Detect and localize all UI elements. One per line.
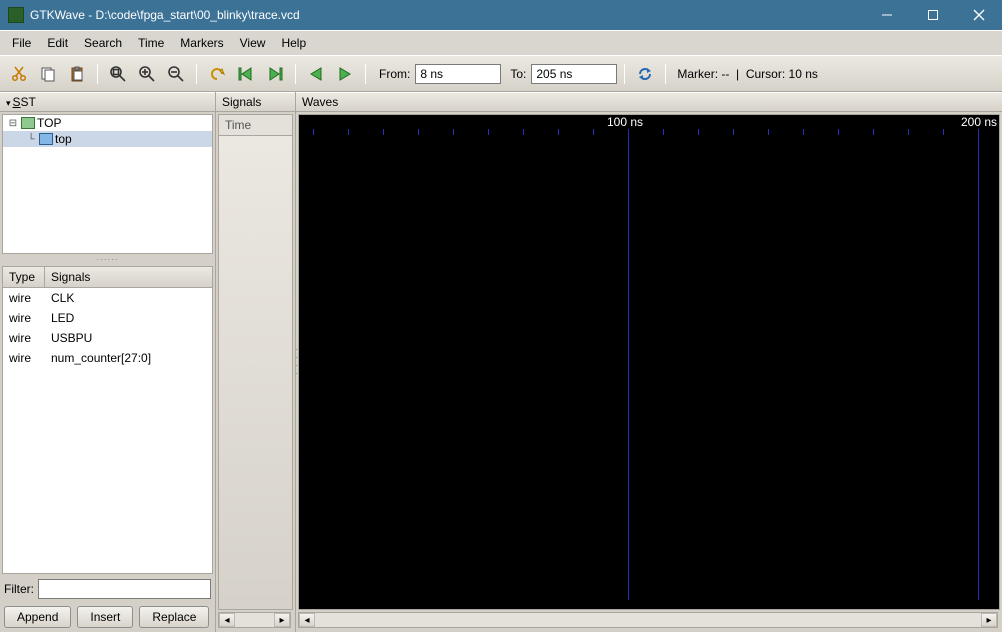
module-icon: [21, 117, 35, 129]
paste-button[interactable]: [64, 61, 90, 87]
minimize-button[interactable]: [864, 0, 910, 30]
menu-markers[interactable]: Markers: [172, 33, 231, 53]
signal-row[interactable]: wire CLK: [3, 288, 212, 308]
col-type[interactable]: Type: [3, 267, 45, 287]
time-tick-label: 100 ns: [607, 115, 643, 129]
close-button[interactable]: [956, 0, 1002, 30]
menu-edit[interactable]: Edit: [39, 33, 76, 53]
tree-item-top-instance[interactable]: └ top: [3, 131, 212, 147]
scroll-right-icon[interactable]: ▸: [274, 613, 290, 627]
from-label: From:: [379, 67, 410, 81]
undo-zoom-button[interactable]: [204, 61, 230, 87]
window-title: GTKWave - D:\code\fpga_start\00_blinky\t…: [30, 8, 864, 22]
marker-status: Marker: -- | Cursor: 10 ns: [677, 67, 818, 81]
menu-bar: File Edit Search Time Markers View Help: [0, 30, 1002, 56]
signal-row[interactable]: wire USBPU: [3, 328, 212, 348]
vertical-split-handle[interactable]: ······: [0, 256, 215, 264]
zoom-out-button[interactable]: [163, 61, 189, 87]
scroll-left-icon[interactable]: ◂: [299, 613, 315, 627]
tree-item-label: top: [55, 132, 72, 146]
waves-hscroll[interactable]: ◂ ▸: [298, 612, 998, 628]
app-icon: [8, 7, 24, 23]
next-edge-button[interactable]: [332, 61, 358, 87]
prev-edge-button[interactable]: [303, 61, 329, 87]
reload-button[interactable]: [632, 61, 658, 87]
time-label: Time: [219, 115, 292, 136]
signal-row[interactable]: wire num_counter[27:0]: [3, 348, 212, 368]
to-label: To:: [510, 67, 526, 81]
instance-icon: [39, 133, 53, 145]
filter-input[interactable]: [38, 579, 211, 599]
zoom-fit-button[interactable]: [105, 61, 131, 87]
cut-button[interactable]: [6, 61, 32, 87]
go-start-button[interactable]: [233, 61, 259, 87]
signals-list-panel: Type Signals wire CLK wire LED wire USBP…: [2, 266, 213, 574]
to-input[interactable]: [531, 64, 617, 84]
tree-item-label: TOP: [37, 116, 61, 130]
filter-label: Filter:: [4, 582, 34, 596]
expander-icon[interactable]: ⊟: [7, 118, 19, 129]
toolbar: From: To: Marker: -- | Cursor: 10 ns: [0, 56, 1002, 92]
menu-help[interactable]: Help: [273, 33, 314, 53]
sst-tree[interactable]: ⊟ TOP └ top: [2, 114, 213, 254]
from-input[interactable]: [415, 64, 501, 84]
scroll-left-icon[interactable]: ◂: [219, 613, 235, 627]
copy-button[interactable]: [35, 61, 61, 87]
wave-canvas[interactable]: 100 ns 200 ns: [298, 114, 1000, 610]
go-end-button[interactable]: [262, 61, 288, 87]
time-tick-label: 200 ns: [961, 115, 997, 129]
col-signals[interactable]: Signals: [45, 267, 212, 287]
signals-hscroll[interactable]: ◂ ▸: [218, 612, 291, 628]
branch-icon: └: [25, 134, 37, 145]
signals-name-area[interactable]: [219, 136, 292, 609]
append-button[interactable]: Append: [4, 606, 71, 628]
waves-heading: Waves: [296, 92, 1002, 112]
window-title-bar: GTKWave - D:\code\fpga_start\00_blinky\t…: [0, 0, 1002, 30]
menu-file[interactable]: File: [4, 33, 39, 53]
signal-row[interactable]: wire LED: [3, 308, 212, 328]
replace-button[interactable]: Replace: [139, 606, 209, 628]
menu-search[interactable]: Search: [76, 33, 130, 53]
insert-button[interactable]: Insert: [77, 606, 133, 628]
maximize-button[interactable]: [910, 0, 956, 30]
menu-time[interactable]: Time: [130, 33, 172, 53]
scroll-right-icon[interactable]: ▸: [981, 613, 997, 627]
menu-view[interactable]: View: [232, 33, 274, 53]
zoom-in-button[interactable]: [134, 61, 160, 87]
tree-item-top-module[interactable]: ⊟ TOP: [3, 115, 212, 131]
sst-heading: ▾SST: [0, 92, 215, 112]
wave-grid: [299, 129, 999, 137]
signals-heading: Signals: [216, 92, 295, 112]
